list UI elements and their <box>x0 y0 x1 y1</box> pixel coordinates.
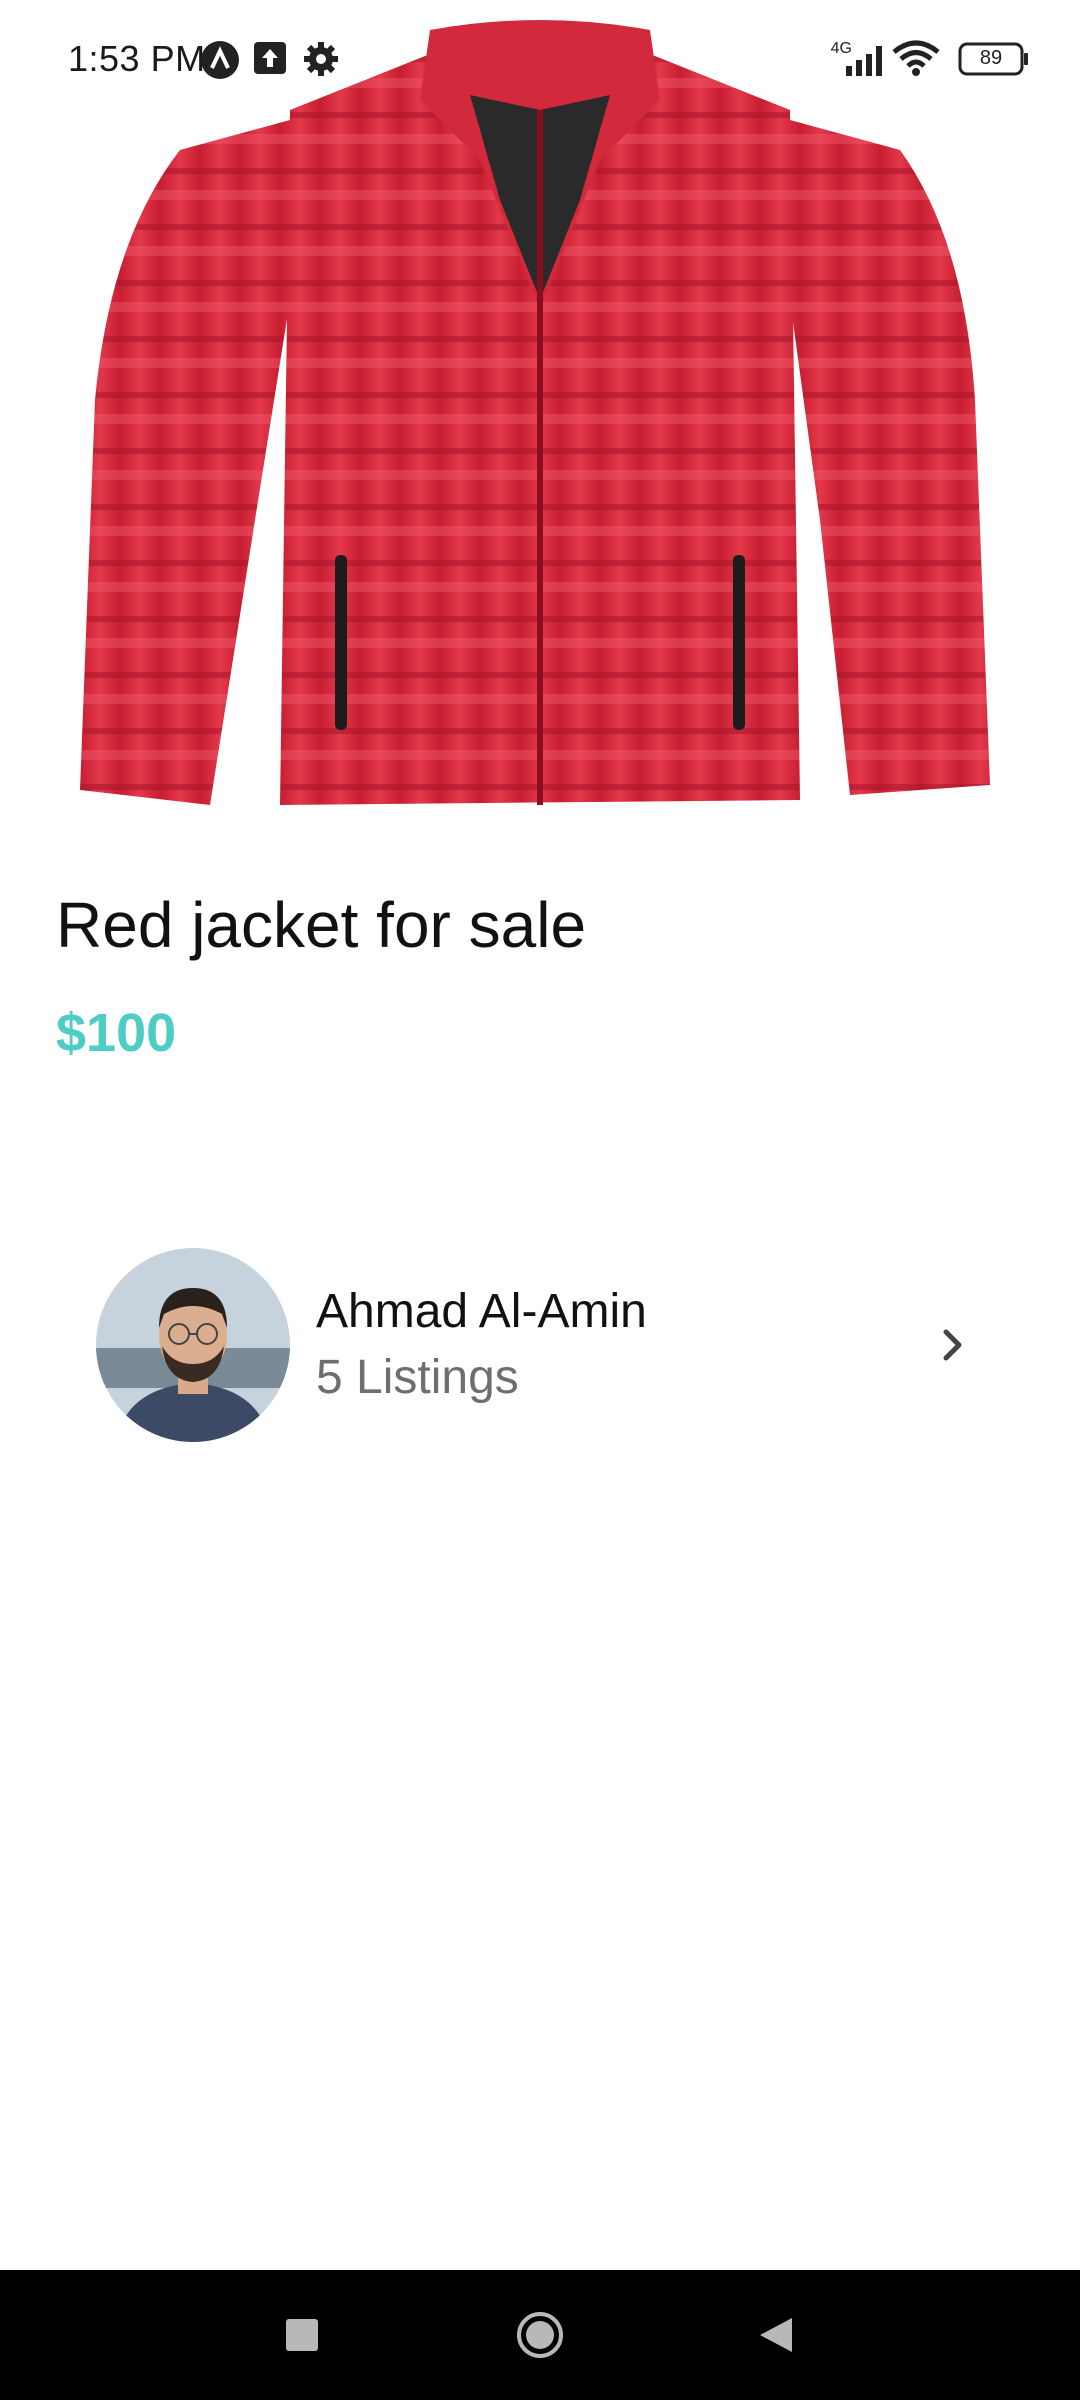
product-price: $100 <box>56 1003 177 1063</box>
recents-icon <box>285 2318 319 2357</box>
recents-button[interactable] <box>242 2270 362 2400</box>
home-icon <box>516 2311 564 2364</box>
seller-listings-count: 5 Listings <box>316 1351 519 1404</box>
seller-name: Ahmad Al-Amin <box>316 1285 647 1338</box>
battery-level: 89 <box>979 47 1003 69</box>
gear-icon <box>302 40 340 83</box>
chevron-right-icon[interactable] <box>926 1318 980 1372</box>
navigation-bar <box>0 2270 1080 2400</box>
avatar <box>96 1248 290 1442</box>
product-title: Red jacket for sale <box>56 889 587 961</box>
battery-icon: 89 <box>958 42 1030 81</box>
product-image <box>0 0 1080 830</box>
app-a-icon <box>200 40 240 85</box>
status-time: 1:53 PM <box>68 38 206 79</box>
jacket-illustration <box>80 20 990 805</box>
status-bar: 1:53 PM 4G 89 <box>0 0 1080 120</box>
back-button[interactable] <box>716 2270 836 2400</box>
signal-icon <box>832 42 890 81</box>
home-button[interactable] <box>480 2270 600 2400</box>
product-detail-screen: 1:53 PM 4G 89 Red jacket for sale $100 A… <box>0 0 1080 2400</box>
back-icon <box>758 2316 794 2359</box>
seller-row[interactable]: Ahmad Al-Amin 5 Listings <box>96 1248 976 1442</box>
wifi-icon <box>890 40 942 83</box>
upload-icon <box>252 40 288 81</box>
